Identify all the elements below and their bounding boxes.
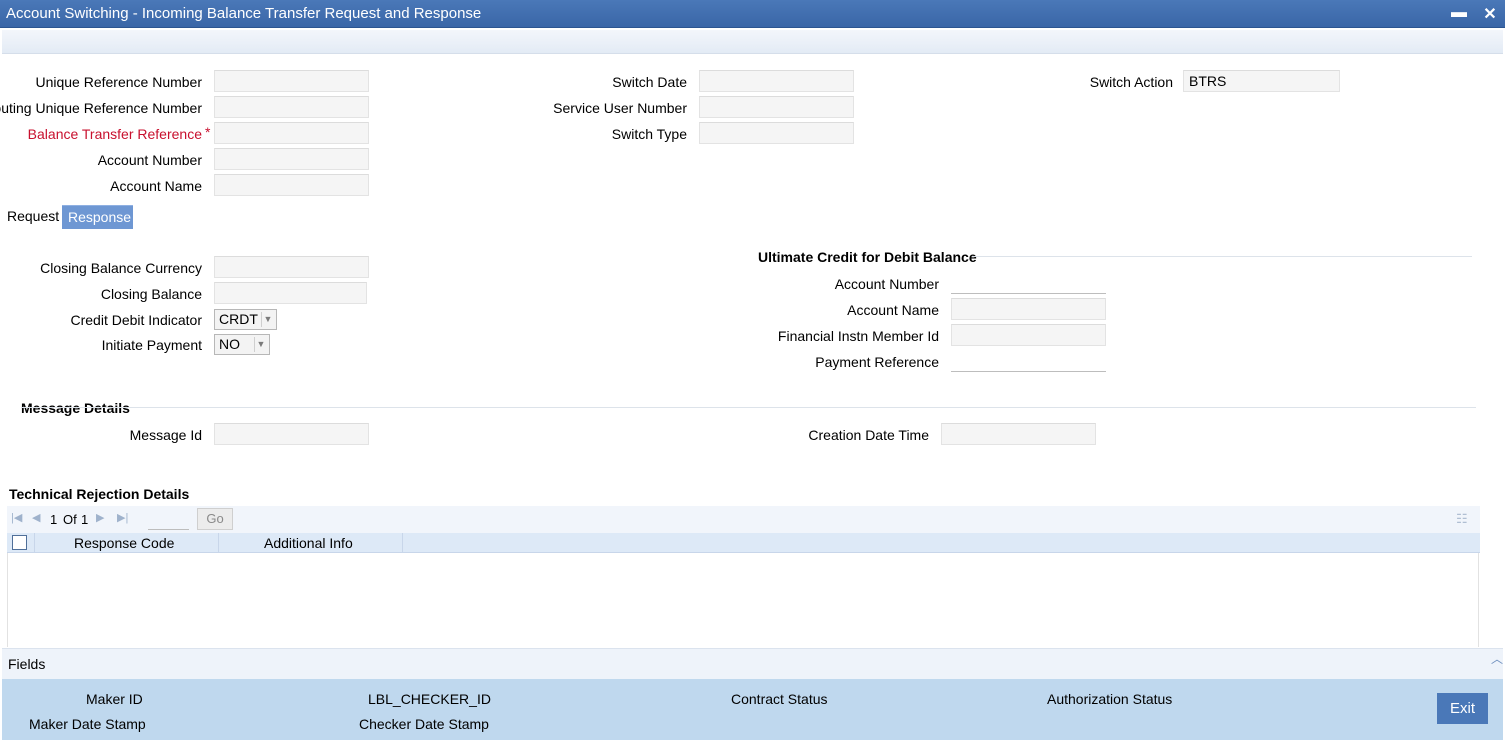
col-response-code[interactable]: Response Code	[74, 535, 174, 551]
switch-action-field: BTRS	[1183, 70, 1340, 92]
select-all-checkbox[interactable]	[12, 535, 27, 550]
account-number-label: Account Number	[97, 152, 202, 168]
title-bar: Account Switching - Incoming Balance Tra…	[0, 0, 1505, 28]
message-details-header: Message Details	[21, 400, 130, 416]
page-number-input[interactable]	[148, 512, 189, 530]
switch-type-field[interactable]	[699, 122, 854, 144]
uc-account-name-field[interactable]	[951, 298, 1106, 320]
credit-debit-value: CRDT	[219, 311, 258, 327]
grid-body	[7, 553, 1479, 647]
ultimate-credit-header: Ultimate Credit for Debit Balance	[758, 249, 977, 265]
service-user-label: Service User Number	[553, 100, 687, 116]
page-of-label: Of	[63, 512, 77, 527]
checker-id-label: LBL_CHECKER_ID	[368, 691, 491, 707]
uc-fin-member-label: Financial Instn Member Id	[777, 328, 939, 344]
chevron-up-icon[interactable]: ︿	[1491, 650, 1503, 667]
required-marker: *	[205, 124, 211, 140]
message-id-label: Message Id	[129, 427, 202, 443]
bt-ref-label: Balance Transfer Reference	[27, 126, 202, 142]
contract-status-label: Contract Status	[731, 691, 828, 707]
column-divider	[34, 533, 35, 553]
chevron-down-icon: ▼	[261, 312, 274, 327]
prev-page-icon[interactable]: ◀	[32, 511, 40, 524]
initiate-payment-label: Initiate Payment	[101, 337, 202, 353]
closing-currency-label: Closing Balance Currency	[40, 260, 202, 276]
closing-currency-field[interactable]	[214, 256, 369, 278]
next-page-icon[interactable]: ▶	[96, 511, 104, 524]
toolbar-band	[2, 30, 1503, 54]
maker-date-label: Maker Date Stamp	[29, 716, 146, 732]
col-additional-info[interactable]: Additional Info	[264, 535, 353, 551]
account-name-field[interactable]	[214, 174, 369, 196]
uc-payment-ref-field[interactable]	[951, 350, 1106, 372]
auth-status-label: Authorization Status	[1047, 691, 1173, 707]
unique-ref-label: Unique Reference Number	[35, 74, 202, 90]
window-title: Account Switching - Incoming Balance Tra…	[6, 5, 482, 22]
section-divider	[21, 407, 1476, 408]
section-divider	[972, 256, 1472, 257]
account-name-label: Account Name	[110, 178, 202, 194]
initiate-payment-select[interactable]: NO ▼	[214, 334, 270, 355]
unique-ref-field[interactable]	[214, 70, 369, 92]
message-id-field[interactable]	[214, 423, 369, 445]
switch-action-label: Switch Action	[1089, 74, 1173, 90]
switch-date-label: Switch Date	[612, 74, 687, 90]
column-divider	[402, 533, 403, 553]
uc-account-name-label: Account Name	[847, 302, 939, 318]
go-button[interactable]: Go	[197, 508, 233, 530]
service-user-field[interactable]	[699, 96, 854, 118]
column-settings-icon[interactable]: ☷	[1456, 511, 1468, 527]
routing-ref-field[interactable]	[214, 96, 369, 118]
column-divider	[218, 533, 219, 553]
initiate-payment-value: NO	[219, 336, 240, 352]
maker-id-label: Maker ID	[86, 691, 143, 707]
chevron-down-icon: ▼	[254, 337, 267, 352]
exit-button[interactable]: Exit	[1437, 693, 1488, 724]
creation-dt-field[interactable]	[941, 423, 1096, 445]
fields-bar: Fields ︿	[2, 648, 1503, 679]
uc-account-number-field[interactable]	[951, 272, 1106, 294]
close-icon[interactable]: ✕	[1481, 4, 1499, 24]
closing-balance-field[interactable]	[214, 282, 367, 304]
tab-request[interactable]: Request	[1, 205, 65, 229]
minimize-icon[interactable]: ▬	[1450, 4, 1468, 22]
credit-debit-select[interactable]: CRDT ▼	[214, 309, 277, 330]
first-page-icon[interactable]: |◀	[11, 511, 22, 524]
page-total: 1	[81, 512, 89, 527]
switch-date-field[interactable]	[699, 70, 854, 92]
uc-account-number-label: Account Number	[834, 276, 939, 292]
switch-type-label: Switch Type	[611, 126, 687, 142]
credit-debit-label: Credit Debit Indicator	[70, 312, 202, 328]
checker-date-label: Checker Date Stamp	[359, 716, 489, 732]
fields-label[interactable]: Fields	[8, 656, 45, 672]
bt-ref-field[interactable]	[214, 122, 369, 144]
audit-footer	[2, 679, 1503, 740]
last-page-icon[interactable]: ▶|	[117, 511, 128, 524]
grid-header-row: Response Code Additional Info	[7, 533, 1480, 553]
routing-ref-label: Routing Unique Reference Number	[0, 100, 202, 116]
rejection-header: Technical Rejection Details	[9, 486, 190, 502]
tab-response[interactable]: Response	[62, 205, 133, 229]
uc-fin-member-field[interactable]	[951, 324, 1106, 346]
creation-dt-label: Creation Date Time	[808, 427, 929, 443]
uc-payment-ref-label: Payment Reference	[815, 354, 939, 370]
account-number-field[interactable]	[214, 148, 369, 170]
closing-balance-label: Closing Balance	[100, 286, 202, 302]
page-current: 1	[50, 512, 58, 527]
